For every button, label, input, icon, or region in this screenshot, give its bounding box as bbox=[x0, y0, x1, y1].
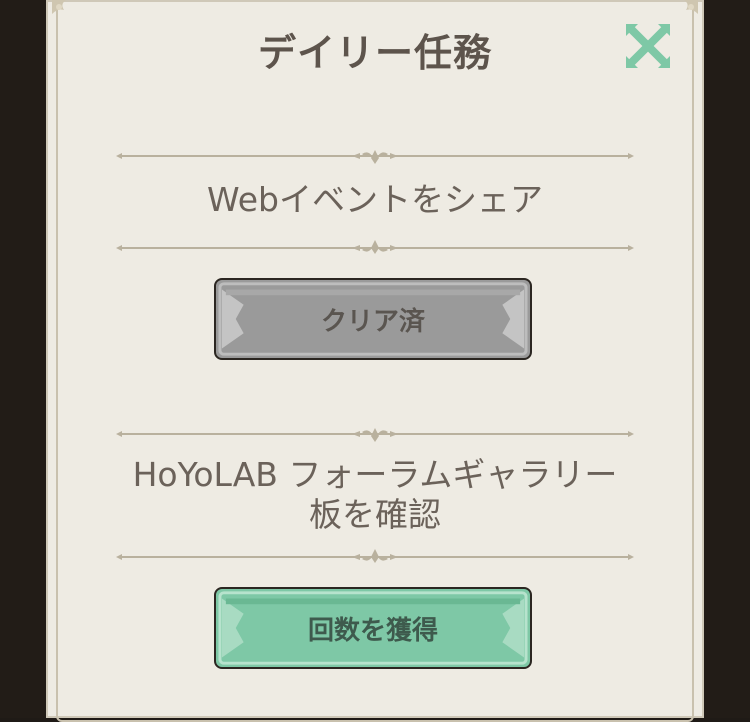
task-description-line: HoYoLAB フォーラムギャラリー bbox=[132, 455, 618, 494]
left-frame-edge bbox=[0, 0, 46, 718]
task-description: HoYoLAB フォーラムギャラリー 板を確認 bbox=[86, 455, 664, 535]
task-completed-label: クリア済 bbox=[320, 306, 425, 337]
ornament-divider bbox=[116, 549, 634, 563]
corner-ornament-icon bbox=[52, 0, 66, 14]
dialog-title: デイリー任務 bbox=[257, 31, 492, 75]
daily-task-panel: デイリー任務 Webイベントをシェア クリア済 HoYoLAB フォーラムギャラ… bbox=[46, 0, 704, 722]
ornament-divider bbox=[116, 240, 634, 254]
task-description-line: 板を確認 bbox=[309, 495, 441, 534]
task-description: Webイベントをシェア bbox=[207, 180, 543, 219]
task-completed-button[interactable]: クリア済 bbox=[214, 278, 532, 360]
close-icon[interactable] bbox=[622, 20, 674, 72]
claim-count-button[interactable]: 回数を獲得 bbox=[214, 587, 532, 669]
corner-ornament-icon bbox=[684, 0, 698, 14]
ornament-divider bbox=[116, 150, 634, 164]
right-frame-edge bbox=[704, 0, 750, 718]
claim-count-label: 回数を獲得 bbox=[307, 615, 438, 646]
ornament-divider bbox=[116, 428, 634, 442]
